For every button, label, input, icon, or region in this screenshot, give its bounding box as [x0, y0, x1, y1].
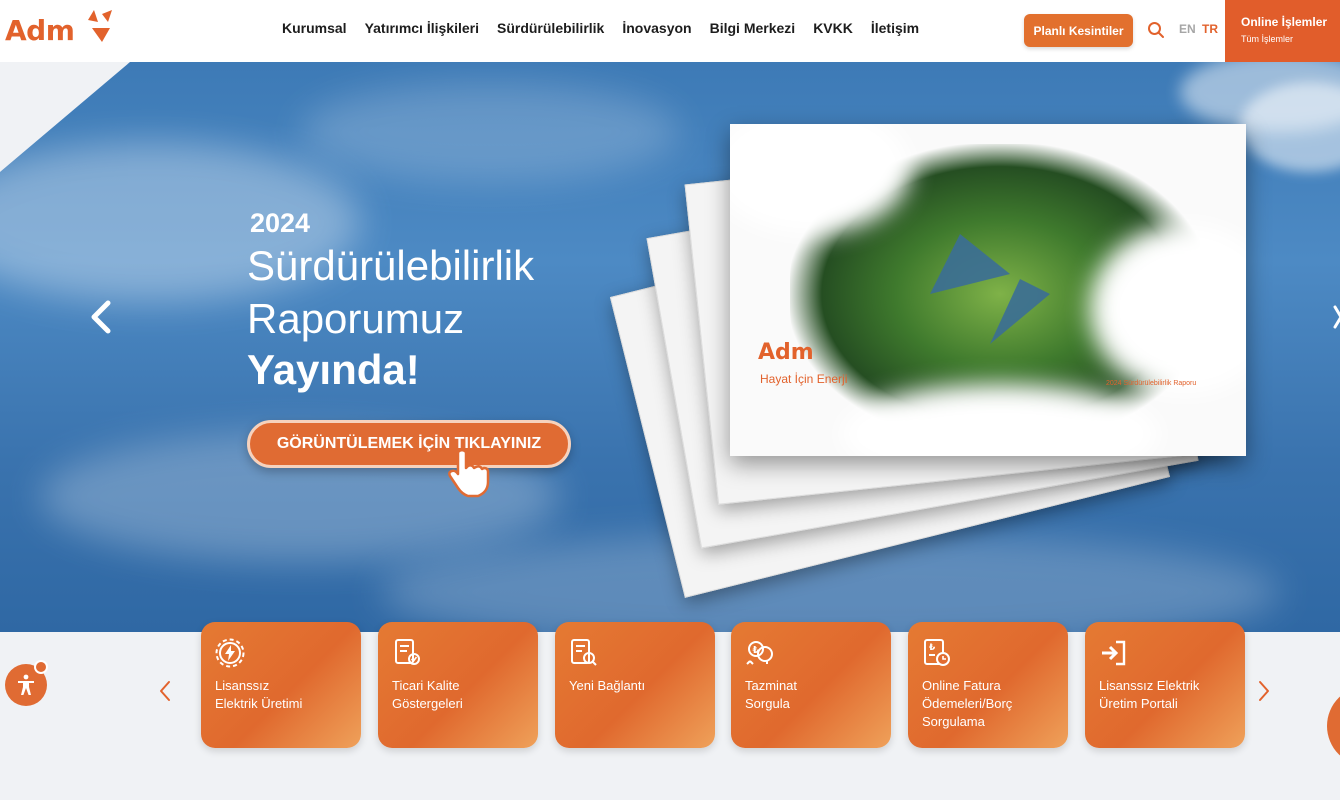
card-label: Lisanssız Elektrik Üretimi — [215, 678, 303, 711]
nav-item-contact[interactable]: İletişim — [871, 20, 919, 36]
view-report-button[interactable]: GÖRÜNTÜLEMEK İÇİN TIKLAYINIZ — [247, 420, 571, 468]
hero-slider: Adm Hayat İçin Enerji 2024 Sürdürülebili… — [0, 62, 1340, 632]
accessibility-icon — [18, 674, 34, 695]
document-search-icon — [571, 639, 597, 666]
cover-logo-text: Adm — [758, 340, 814, 365]
site-header: Adm Kurumsal Yatırımcı İlişkileri Sürdür… — [0, 0, 1340, 62]
card-label: Lisanssız Elektrik Üretim Portali — [1099, 678, 1200, 711]
online-transactions-button[interactable]: Online İşlemler Tüm İşlemler — [1225, 0, 1340, 62]
cover-title: 2024 Sürdürülebilirlik Raporu — [1106, 380, 1197, 387]
report-cover: Adm Hayat İçin Enerji 2024 Sürdürülebili… — [730, 124, 1246, 456]
online-transactions-subtitle: Tüm İşlemler — [1241, 34, 1294, 44]
card-compensation-query[interactable]: ₺ Tazminat Sorgula — [731, 622, 891, 748]
nav-item-kvkk[interactable]: KVKK — [813, 20, 853, 36]
hero-title-line2: Raporumuz — [247, 295, 465, 342]
document-badge-icon — [395, 639, 420, 665]
card-label: Ticari Kalite Göstergeleri — [392, 678, 463, 711]
lang-tr-link[interactable]: TR — [1202, 22, 1218, 36]
triangle-lake-icon — [930, 234, 1050, 344]
slider-next-arrow-icon[interactable] — [1333, 297, 1340, 337]
logo-text: Adm — [5, 14, 75, 47]
nav-item-innovation[interactable]: İnovasyon — [622, 20, 691, 36]
card-commercial-quality[interactable]: Ticari Kalite Göstergeleri — [378, 622, 538, 748]
cards-next-arrow-icon[interactable] — [1257, 680, 1271, 702]
card-online-bill-payment[interactable]: ₺ Online Fatura Ödemeleri/Borç Sorgulama — [908, 622, 1068, 748]
cover-tagline: Hayat İçin Enerji — [760, 372, 848, 386]
nav-item-knowledge-center[interactable]: Bilgi Merkezi — [710, 20, 796, 36]
hero-title-line1: Sürdürülebilirlik — [247, 242, 535, 289]
search-icon[interactable] — [1147, 21, 1165, 39]
planned-outages-button[interactable]: Planlı Kesintiler — [1024, 14, 1133, 47]
card-label: Tazminat Sorgula — [745, 678, 798, 711]
nav-item-sustainability[interactable]: Sürdürülebilirlik — [497, 20, 604, 36]
card-new-connection[interactable]: Yeni Bağlantı — [555, 622, 715, 748]
hero-title-line3: Yayında! — [247, 346, 420, 393]
lang-en-link[interactable]: EN — [1179, 22, 1196, 36]
sky-cloud — [300, 82, 680, 182]
gear-bolt-icon — [215, 638, 245, 668]
slider-prev-arrow-icon[interactable] — [88, 297, 114, 337]
main-nav: Kurumsal Yatırımcı İlişkileri Sürdürüleb… — [282, 20, 937, 36]
cards-prev-arrow-icon[interactable] — [158, 680, 172, 702]
nav-item-investor-relations[interactable]: Yatırımcı İlişkileri — [365, 20, 479, 36]
nav-item-kurumsal[interactable]: Kurumsal — [282, 20, 347, 36]
quick-links-section: Lisanssız Elektrik Üretimi Ticari Kalite… — [0, 622, 1340, 800]
card-unlicensed-generation[interactable]: Lisanssız Elektrik Üretimi — [201, 622, 361, 748]
hero-year: 2024 — [250, 208, 311, 238]
side-widget-button[interactable] — [1327, 686, 1340, 766]
pointer-hand-icon — [448, 448, 490, 498]
card-label: Online Fatura Ödemeleri/Borç Sorgulama — [922, 678, 1013, 729]
accessibility-check-badge — [34, 660, 48, 674]
adm-logo[interactable]: Adm — [5, 6, 115, 50]
card-unlicensed-portal[interactable]: Lisanssız Elektrik Üretim Portali — [1085, 622, 1245, 748]
svg-text:₺: ₺ — [929, 643, 936, 653]
money-exchange-icon: ₺ — [746, 641, 773, 665]
card-label: Yeni Bağlantı — [569, 678, 646, 693]
invoice-clock-icon: ₺ — [924, 639, 950, 666]
login-icon — [1102, 640, 1126, 666]
online-transactions-title: Online İşlemler — [1241, 15, 1328, 29]
logo-mark-icon — [88, 10, 112, 42]
